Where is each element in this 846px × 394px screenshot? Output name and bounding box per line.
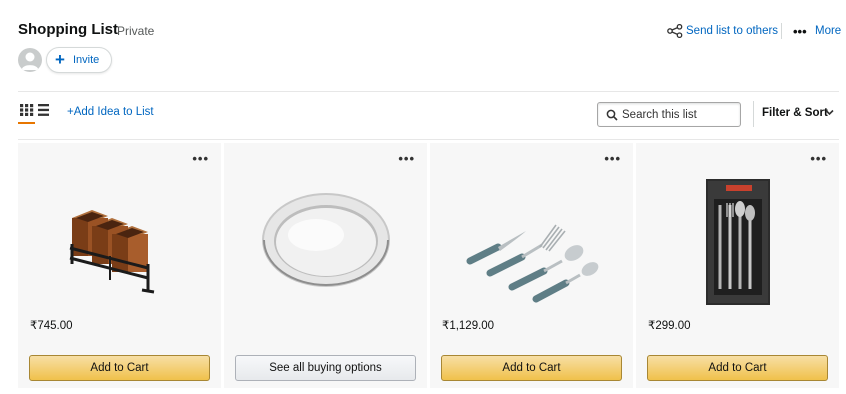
list-item-card[interactable]: ••• See all buying options [224, 143, 427, 388]
more-dots-icon[interactable]: ••• [793, 24, 807, 39]
add-to-cart-button[interactable]: Add to Cart [29, 355, 210, 381]
item-menu-icon[interactable]: ••• [810, 151, 827, 166]
divider [18, 91, 839, 92]
user-icon [21, 52, 39, 70]
list-icon[interactable] [38, 104, 49, 116]
grid-icon[interactable] [20, 104, 34, 116]
item-menu-icon[interactable]: ••• [192, 151, 209, 166]
list-privacy-label: Private [117, 24, 155, 38]
add-idea-link[interactable]: +Add Idea to List [67, 106, 154, 118]
search-box[interactable] [597, 102, 741, 127]
send-list-link[interactable]: Send list to others [686, 25, 778, 37]
product-image[interactable] [18, 165, 221, 315]
divider [781, 23, 782, 39]
invite-label: Invite [73, 54, 100, 66]
plus-icon: + [55, 50, 65, 69]
product-image[interactable] [636, 165, 839, 315]
search-icon [606, 109, 618, 121]
product-image[interactable] [430, 165, 633, 315]
divider [753, 101, 754, 127]
more-link[interactable]: More [815, 25, 841, 37]
product-image[interactable] [224, 165, 427, 315]
list-item-card[interactable]: ••• ₹1,129.00 Add to Cart [430, 143, 633, 388]
list-item-card[interactable]: ••• ₹299.00 Add to Cart [636, 143, 839, 388]
list-item-card[interactable]: ••• ₹745.00 Add to Cart [18, 143, 221, 388]
item-menu-icon[interactable]: ••• [398, 151, 415, 166]
item-price: ₹299.00 [648, 320, 691, 332]
active-view-indicator [18, 122, 35, 124]
add-to-cart-button[interactable]: Add to Cart [441, 355, 622, 381]
item-price: ₹1,129.00 [442, 320, 495, 332]
see-all-buying-options-button[interactable]: See all buying options [235, 355, 416, 381]
avatar[interactable] [18, 48, 42, 72]
add-to-cart-button[interactable]: Add to Cart [647, 355, 828, 381]
divider [18, 139, 839, 140]
search-input[interactable] [622, 104, 734, 125]
item-menu-icon[interactable]: ••• [604, 151, 621, 166]
share-nodes-icon[interactable] [667, 24, 683, 38]
list-title: Shopping List [18, 21, 118, 38]
item-price: ₹745.00 [30, 320, 73, 332]
filter-sort-button[interactable]: Filter & Sort [762, 107, 828, 119]
chevron-down-icon[interactable] [825, 109, 834, 116]
invite-button[interactable]: + Invite [46, 47, 112, 73]
